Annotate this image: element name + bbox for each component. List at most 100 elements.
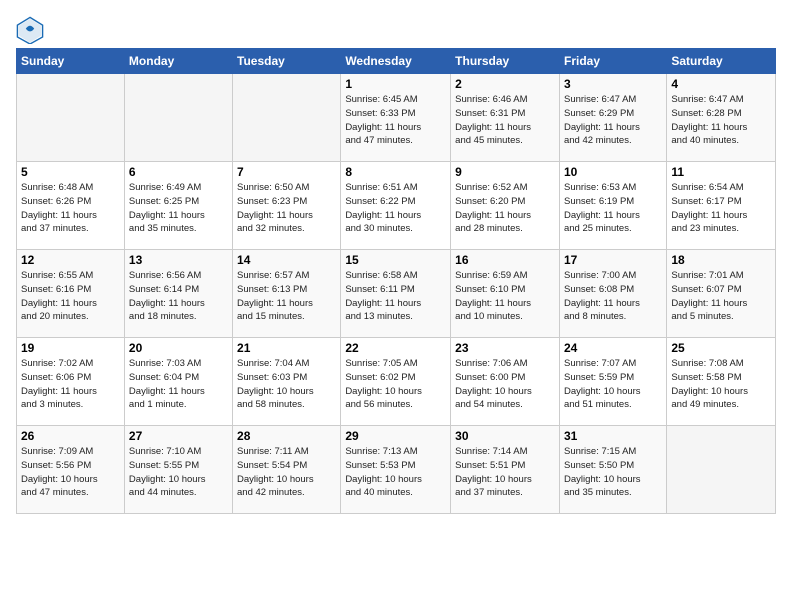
calendar-cell: 9Sunrise: 6:52 AM Sunset: 6:20 PM Daylig…	[451, 162, 560, 250]
day-number: 27	[129, 429, 228, 443]
calendar-cell: 23 Sunrise: 7:06 AM Sunset: 6:00 PM Dayli…	[451, 338, 560, 426]
calendar-cell: 28 Sunrise: 7:11 AM Sunset: 5:54 PM Dayli…	[233, 426, 341, 514]
calendar-cell: 7 Sunrise: 6:50 AM Sunset: 6:23 PM Daylig…	[233, 162, 341, 250]
day-number: 16	[455, 253, 555, 267]
day-info: Sunrise: 7:10 AM Sunset: 5:55 PM Dayligh…	[129, 445, 228, 500]
day-info: Sunrise: 6:51 AM Sunset: 6:22 PM Dayligh…	[345, 181, 446, 236]
day-info: Sunrise: 7:15 AM Sunset: 5:50 PM Dayligh…	[564, 445, 662, 500]
calendar-cell: 24 Sunrise: 7:07 AM Sunset: 5:59 PM Dayli…	[559, 338, 666, 426]
weekday-header: Saturday	[667, 49, 776, 74]
weekday-header: Wednesday	[341, 49, 451, 74]
calendar-cell: 19Sunrise: 7:02 AM Sunset: 6:06 PM Dayli…	[17, 338, 125, 426]
day-number: 7	[237, 165, 336, 179]
calendar-cell	[667, 426, 776, 514]
day-number: 30	[455, 429, 555, 443]
day-number: 26	[21, 429, 120, 443]
day-info: Sunrise: 6:56 AM Sunset: 6:14 PM Dayligh…	[129, 269, 228, 324]
calendar-cell	[233, 74, 341, 162]
calendar-cell: 20Sunrise: 7:03 AM Sunset: 6:04 PM Dayli…	[124, 338, 232, 426]
day-number: 15	[345, 253, 446, 267]
calendar-cell: 8 Sunrise: 6:51 AM Sunset: 6:22 PM Daylig…	[341, 162, 451, 250]
day-info: Sunrise: 7:05 AM Sunset: 6:02 PM Dayligh…	[345, 357, 446, 412]
day-number: 18	[671, 253, 771, 267]
day-info: Sunrise: 7:14 AM Sunset: 5:51 PM Dayligh…	[455, 445, 555, 500]
calendar-cell: 4 Sunrise: 6:47 AM Sunset: 6:28 PM Daylig…	[667, 74, 776, 162]
day-number: 12	[21, 253, 120, 267]
page-container: SundayMondayTuesdayWednesdayThursdayFrid…	[0, 0, 792, 522]
calendar-week: 1Sunrise: 6:45 AM Sunset: 6:33 PM Daylig…	[17, 74, 776, 162]
day-info: Sunrise: 7:08 AM Sunset: 5:58 PM Dayligh…	[671, 357, 771, 412]
day-info: Sunrise: 7:11 AM Sunset: 5:54 PM Dayligh…	[237, 445, 336, 500]
calendar-cell: 21 Sunrise: 7:04 AM Sunset: 6:03 PM Dayli…	[233, 338, 341, 426]
calendar-cell: 1Sunrise: 6:45 AM Sunset: 6:33 PM Daylig…	[341, 74, 451, 162]
calendar-week: 5 Sunrise: 6:48 AM Sunset: 6:26 PM Daylig…	[17, 162, 776, 250]
calendar-cell	[17, 74, 125, 162]
day-number: 20	[129, 341, 228, 355]
calendar-cell: 26 Sunrise: 7:09 AM Sunset: 5:56 PM Dayli…	[17, 426, 125, 514]
day-number: 24	[564, 341, 662, 355]
day-number: 21	[237, 341, 336, 355]
calendar-cell: 27 Sunrise: 7:10 AM Sunset: 5:55 PM Dayli…	[124, 426, 232, 514]
weekday-header: Tuesday	[233, 49, 341, 74]
day-number: 29	[345, 429, 446, 443]
calendar-cell	[124, 74, 232, 162]
day-number: 2	[455, 77, 555, 91]
calendar-cell: 14Sunrise: 6:57 AM Sunset: 6:13 PM Dayli…	[233, 250, 341, 338]
day-info: Sunrise: 7:06 AM Sunset: 6:00 PM Dayligh…	[455, 357, 555, 412]
day-number: 5	[21, 165, 120, 179]
day-number: 31	[564, 429, 662, 443]
weekday-header: Sunday	[17, 49, 125, 74]
day-info: Sunrise: 6:47 AM Sunset: 6:29 PM Dayligh…	[564, 93, 662, 148]
day-info: Sunrise: 7:07 AM Sunset: 5:59 PM Dayligh…	[564, 357, 662, 412]
day-number: 11	[671, 165, 771, 179]
day-info: Sunrise: 6:48 AM Sunset: 6:26 PM Dayligh…	[21, 181, 120, 236]
day-number: 25	[671, 341, 771, 355]
day-number: 4	[671, 77, 771, 91]
day-info: Sunrise: 6:45 AM Sunset: 6:33 PM Dayligh…	[345, 93, 446, 148]
calendar-week: 26 Sunrise: 7:09 AM Sunset: 5:56 PM Dayli…	[17, 426, 776, 514]
day-number: 28	[237, 429, 336, 443]
day-number: 17	[564, 253, 662, 267]
day-info: Sunrise: 7:04 AM Sunset: 6:03 PM Dayligh…	[237, 357, 336, 412]
calendar-cell: 22Sunrise: 7:05 AM Sunset: 6:02 PM Dayli…	[341, 338, 451, 426]
header	[16, 12, 776, 44]
day-info: Sunrise: 7:01 AM Sunset: 6:07 PM Dayligh…	[671, 269, 771, 324]
calendar-header: SundayMondayTuesdayWednesdayThursdayFrid…	[17, 49, 776, 74]
day-info: Sunrise: 6:58 AM Sunset: 6:11 PM Dayligh…	[345, 269, 446, 324]
calendar-table: SundayMondayTuesdayWednesdayThursdayFrid…	[16, 48, 776, 514]
calendar-cell: 29 Sunrise: 7:13 AM Sunset: 5:53 PM Dayli…	[341, 426, 451, 514]
calendar-cell: 30 Sunrise: 7:14 AM Sunset: 5:51 PM Dayli…	[451, 426, 560, 514]
calendar-cell: 12 Sunrise: 6:55 AM Sunset: 6:16 PM Dayli…	[17, 250, 125, 338]
day-number: 14	[237, 253, 336, 267]
day-info: Sunrise: 6:55 AM Sunset: 6:16 PM Dayligh…	[21, 269, 120, 324]
calendar-cell: 11 Sunrise: 6:54 AM Sunset: 6:17 PM Dayli…	[667, 162, 776, 250]
calendar-body: 1Sunrise: 6:45 AM Sunset: 6:33 PM Daylig…	[17, 74, 776, 514]
calendar-cell: 17 Sunrise: 7:00 AM Sunset: 6:08 PM Dayli…	[559, 250, 666, 338]
calendar-cell: 2Sunrise: 6:46 AM Sunset: 6:31 PM Daylig…	[451, 74, 560, 162]
day-number: 9	[455, 165, 555, 179]
day-info: Sunrise: 6:47 AM Sunset: 6:28 PM Dayligh…	[671, 93, 771, 148]
calendar-cell: 31 Sunrise: 7:15 AM Sunset: 5:50 PM Dayli…	[559, 426, 666, 514]
calendar-cell: 15 Sunrise: 6:58 AM Sunset: 6:11 PM Dayli…	[341, 250, 451, 338]
day-number: 23	[455, 341, 555, 355]
weekday-header: Friday	[559, 49, 666, 74]
day-number: 13	[129, 253, 228, 267]
weekday-header: Monday	[124, 49, 232, 74]
calendar-cell: 6Sunrise: 6:49 AM Sunset: 6:25 PM Daylig…	[124, 162, 232, 250]
calendar-cell: 5 Sunrise: 6:48 AM Sunset: 6:26 PM Daylig…	[17, 162, 125, 250]
day-info: Sunrise: 6:54 AM Sunset: 6:17 PM Dayligh…	[671, 181, 771, 236]
day-info: Sunrise: 7:02 AM Sunset: 6:06 PM Dayligh…	[21, 357, 120, 412]
day-info: Sunrise: 7:13 AM Sunset: 5:53 PM Dayligh…	[345, 445, 446, 500]
day-info: Sunrise: 6:49 AM Sunset: 6:25 PM Dayligh…	[129, 181, 228, 236]
day-info: Sunrise: 6:50 AM Sunset: 6:23 PM Dayligh…	[237, 181, 336, 236]
calendar-cell: 3 Sunrise: 6:47 AM Sunset: 6:29 PM Daylig…	[559, 74, 666, 162]
day-info: Sunrise: 6:59 AM Sunset: 6:10 PM Dayligh…	[455, 269, 555, 324]
day-info: Sunrise: 7:00 AM Sunset: 6:08 PM Dayligh…	[564, 269, 662, 324]
calendar-cell: 10Sunrise: 6:53 AM Sunset: 6:19 PM Dayli…	[559, 162, 666, 250]
day-info: Sunrise: 6:53 AM Sunset: 6:19 PM Dayligh…	[564, 181, 662, 236]
day-number: 3	[564, 77, 662, 91]
logo	[16, 16, 46, 44]
day-info: Sunrise: 7:09 AM Sunset: 5:56 PM Dayligh…	[21, 445, 120, 500]
day-number: 8	[345, 165, 446, 179]
calendar-cell: 16 Sunrise: 6:59 AM Sunset: 6:10 PM Dayli…	[451, 250, 560, 338]
